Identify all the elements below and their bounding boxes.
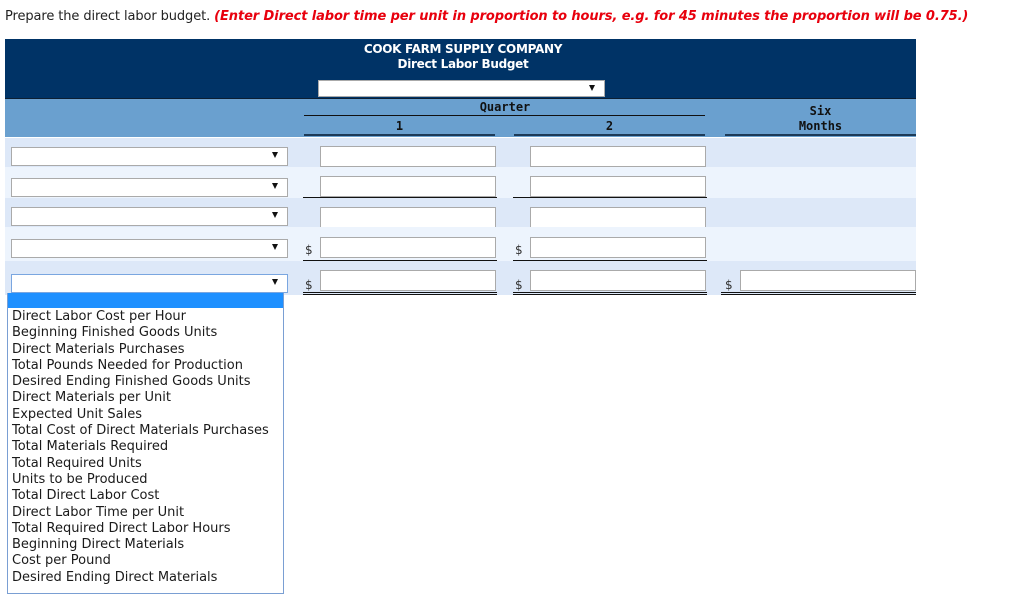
budget-row bbox=[5, 167, 916, 198]
dollar-sign: $ bbox=[515, 278, 523, 292]
dropdown-option[interactable]: Direct Materials Purchases bbox=[8, 342, 283, 358]
budget-row: $ $ bbox=[5, 227, 916, 261]
instructions-note: (Enter Direct labor time per unit in pro… bbox=[214, 9, 969, 24]
dropdown-option[interactable]: Direct Labor Time per Unit bbox=[8, 505, 283, 521]
row-label-select[interactable] bbox=[11, 274, 288, 293]
dropdown-option[interactable]: Total Required Direct Labor Hours bbox=[8, 521, 283, 537]
chevron-down-icon bbox=[272, 183, 278, 189]
dropdown-option[interactable]: Direct Materials per Unit bbox=[8, 390, 283, 406]
q1-underline bbox=[304, 134, 495, 136]
six-months-label-line1: Six bbox=[809, 104, 832, 118]
row-label-select[interactable] bbox=[11, 239, 288, 258]
chevron-down-icon bbox=[272, 244, 278, 250]
budget-row bbox=[5, 198, 916, 228]
dollar-sign: $ bbox=[305, 243, 313, 257]
six-months-label-line2: Months bbox=[798, 119, 843, 133]
q2-input[interactable] bbox=[530, 176, 706, 197]
chevron-down-icon bbox=[272, 152, 278, 158]
budget-row bbox=[5, 138, 916, 167]
instructions: Prepare the direct labor budget. (Enter … bbox=[5, 9, 968, 24]
budget-header: COOK FARM SUPPLY COMPANY Direct Labor Bu… bbox=[5, 39, 916, 99]
total-double-rule bbox=[513, 292, 707, 295]
chevron-down-icon bbox=[589, 85, 595, 91]
row-label-select[interactable] bbox=[11, 178, 288, 197]
column-header: Quarter 1 2 Six Months bbox=[5, 99, 916, 137]
dropdown-option[interactable]: Direct Labor Cost per Hour bbox=[8, 309, 283, 325]
row-label-select[interactable] bbox=[11, 207, 288, 226]
dollar-sign: $ bbox=[515, 243, 523, 257]
quarter-1-label: 1 bbox=[395, 119, 404, 133]
q1-input[interactable] bbox=[320, 270, 496, 291]
chevron-down-icon bbox=[272, 279, 278, 285]
quarter-underline bbox=[304, 115, 705, 116]
chevron-down-icon bbox=[272, 212, 278, 218]
dropdown-option-blank-highlighted[interactable] bbox=[8, 293, 283, 308]
six-months-total-input[interactable] bbox=[740, 270, 916, 291]
dropdown-option[interactable]: Total Required Units bbox=[8, 456, 283, 472]
budget-title: Direct Labor Budget bbox=[397, 57, 529, 71]
q2-input[interactable] bbox=[530, 146, 706, 167]
dropdown-option[interactable]: Total Materials Required bbox=[8, 439, 283, 455]
q2-input[interactable] bbox=[530, 270, 706, 291]
quarter-2-label: 2 bbox=[605, 119, 614, 133]
period-select[interactable] bbox=[318, 80, 605, 97]
six-months-underline bbox=[725, 134, 916, 136]
dropdown-option[interactable]: Total Cost of Direct Materials Purchases bbox=[8, 423, 283, 439]
q1-input[interactable] bbox=[320, 237, 496, 258]
row-label-select[interactable] bbox=[11, 147, 288, 166]
budget-row-total: $ $ $ bbox=[5, 261, 916, 295]
dollar-sign: $ bbox=[725, 278, 733, 292]
dropdown-option[interactable]: Desired Ending Finished Goods Units bbox=[8, 374, 283, 390]
dropdown-option[interactable]: Beginning Finished Goods Units bbox=[8, 325, 283, 341]
dropdown-option[interactable]: Expected Unit Sales bbox=[8, 407, 283, 423]
dollar-sign: $ bbox=[305, 278, 313, 292]
total-double-rule bbox=[303, 292, 497, 295]
dropdown-option[interactable]: Total Pounds Needed for Production bbox=[8, 358, 283, 374]
q2-input[interactable] bbox=[530, 237, 706, 258]
q2-underline bbox=[514, 134, 705, 136]
q1-input[interactable] bbox=[320, 176, 496, 197]
q1-input[interactable] bbox=[320, 207, 496, 228]
q1-input[interactable] bbox=[320, 146, 496, 167]
dropdown-option[interactable]: Desired Ending Direct Materials bbox=[8, 570, 283, 586]
dropdown-option[interactable]: Cost per Pound bbox=[8, 553, 283, 569]
total-double-rule bbox=[721, 292, 916, 295]
dropdown-option[interactable]: Units to be Produced bbox=[8, 472, 283, 488]
quarter-group-label: Quarter bbox=[479, 100, 531, 114]
company-name: COOK FARM SUPPLY COMPANY bbox=[363, 42, 563, 56]
q2-input[interactable] bbox=[530, 207, 706, 228]
dropdown-option[interactable]: Total Direct Labor Cost bbox=[8, 488, 283, 504]
row-label-dropdown-list[interactable]: Direct Labor Cost per Hour Beginning Fini… bbox=[7, 293, 284, 594]
dropdown-option[interactable]: Beginning Direct Materials bbox=[8, 537, 283, 553]
instructions-text: Prepare the direct labor budget. bbox=[5, 9, 211, 24]
